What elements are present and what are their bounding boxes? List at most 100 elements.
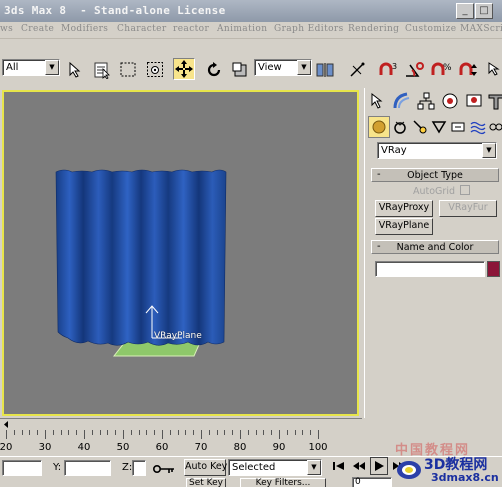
menu-reactor[interactable]: reactor — [173, 24, 209, 34]
name-color-title: Name and Color — [396, 242, 474, 253]
named-selection-button[interactable] — [484, 59, 502, 81]
reference-coord-dropdown[interactable]: View ▼ — [254, 59, 312, 76]
ruler-tick — [84, 430, 85, 439]
ruler-tick — [45, 430, 46, 439]
vrayplane-button[interactable]: VRayPlane — [375, 218, 433, 235]
utilities-tab-icon — [488, 94, 502, 110]
menu-rendering[interactable]: Rendering — [348, 24, 399, 34]
curtain-mesh — [55, 169, 227, 346]
window-crossing-icon — [147, 62, 163, 77]
go-to-start-button[interactable] — [330, 457, 348, 475]
current-frame-field[interactable]: 0 — [352, 477, 392, 487]
rect-selection-button[interactable] — [117, 59, 139, 81]
category-systems[interactable] — [485, 116, 502, 138]
snap-3d-button[interactable]: 3 — [378, 59, 400, 81]
category-shapes[interactable] — [389, 116, 411, 138]
time-slider[interactable] — [0, 418, 362, 430]
tab-utilities[interactable] — [485, 90, 502, 112]
select-and-link-button[interactable] — [346, 59, 368, 81]
y-coord-field[interactable] — [64, 460, 111, 476]
ruler-label: 20 — [0, 442, 13, 453]
ruler-tick — [201, 430, 202, 439]
ruler-tick — [123, 430, 124, 439]
menu-graph-editors[interactable]: Graph Editors — [274, 24, 344, 34]
vrayfur-button[interactable]: VRayFur — [439, 200, 497, 217]
tab-motion[interactable] — [439, 90, 461, 112]
minimize-button[interactable]: _ — [456, 3, 474, 19]
key-icon — [153, 465, 174, 473]
spacewarps-icon — [470, 121, 486, 135]
menu-animation[interactable]: Animation — [217, 24, 267, 34]
play-button[interactable] — [370, 457, 388, 475]
play-icon — [375, 461, 384, 471]
x-coord-field[interactable] — [2, 460, 42, 476]
category-geometry[interactable] — [368, 116, 390, 138]
app-window: 3ds Max 8 - Stand-alone License _ □ ws C… — [0, 0, 502, 487]
vrayproxy-button[interactable]: VRayProxy — [375, 200, 433, 217]
angle-snap-button[interactable] — [404, 59, 426, 81]
name-color-rollout-header[interactable]: - Name and Color — [371, 240, 499, 254]
tab-display[interactable] — [463, 90, 485, 112]
select-and-scale-button[interactable] — [229, 59, 251, 81]
menu-create[interactable]: Create — [21, 24, 54, 34]
perspective-viewport[interactable]: VRayPlane — [2, 90, 359, 416]
chevron-down-icon[interactable]: ▼ — [297, 60, 311, 75]
object-name-input[interactable] — [375, 261, 485, 277]
select-and-move-button[interactable] — [173, 58, 195, 80]
window-title: 3ds Max 8 - Stand-alone License — [4, 4, 226, 17]
ruler-tick — [263, 430, 265, 435]
category-dropdown[interactable]: VRay ▼ — [377, 142, 497, 159]
svg-text:3: 3 — [392, 62, 397, 71]
cursor-arrow-icon — [69, 62, 81, 78]
ruler-label: 30 — [38, 442, 52, 453]
ruler-tick — [255, 430, 257, 435]
object-label: VRayPlane — [154, 331, 202, 341]
tab-create[interactable] — [367, 90, 389, 112]
object-type-rollout-header[interactable]: - Object Type — [371, 168, 499, 182]
select-object-button[interactable] — [64, 59, 86, 81]
ruler-tick — [193, 430, 195, 435]
menu-customize[interactable]: Customize — [405, 24, 456, 34]
z-coord-field[interactable] — [132, 460, 146, 476]
key-filters-button[interactable]: Key Filters... — [240, 478, 326, 487]
ruler-tick — [302, 430, 304, 435]
previous-frame-button[interactable] — [350, 457, 368, 475]
create-tab-icon — [371, 92, 383, 109]
select-by-name-button[interactable] — [91, 59, 113, 81]
ruler-label: 50 — [116, 442, 130, 453]
tab-hierarchy[interactable] — [415, 90, 437, 112]
spinner-snap-button[interactable] — [459, 59, 481, 81]
ruler-tick — [286, 430, 288, 435]
menu-maxscript[interactable]: MAXScript — [460, 24, 502, 34]
chevron-down-icon[interactable]: ▼ — [45, 60, 59, 75]
autogrid-checkbox[interactable] — [460, 185, 470, 195]
pivot-center-button[interactable] — [314, 59, 336, 81]
select-and-rotate-button[interactable] — [203, 59, 225, 81]
ruler-tick — [52, 430, 54, 435]
set-key-button[interactable]: Set Key — [186, 478, 226, 487]
key-mode-dropdown[interactable]: Selected ▼ — [228, 459, 322, 476]
object-color-swatch[interactable] — [487, 261, 500, 277]
auto-key-button[interactable]: Auto Key — [184, 459, 227, 476]
ruler-tick — [99, 430, 101, 435]
status-bar: Y: Z: Auto Key Selected ▼ Set Key Key Fi… — [0, 443, 502, 487]
category-helpers[interactable] — [447, 116, 469, 138]
rotate-icon — [207, 62, 221, 77]
viewport-frame: VRayPlane — [0, 88, 362, 418]
window-crossing-button[interactable] — [144, 59, 166, 81]
menu-character[interactable]: Character — [117, 24, 167, 34]
percent-snap-icon: % — [431, 62, 452, 75]
chevron-down-icon[interactable]: ▼ — [307, 460, 321, 475]
percent-snap-button[interactable]: % — [431, 59, 453, 81]
menu-modifiers[interactable]: Modifiers — [61, 24, 108, 34]
maximize-button[interactable]: □ — [475, 3, 493, 19]
reference-coord-value: View — [258, 62, 282, 73]
selection-filter-dropdown[interactable]: All ▼ — [2, 59, 60, 76]
ruler-tick — [115, 430, 117, 435]
track-bar[interactable]: 20 30 40 50 60 70 80 90 100 — [0, 430, 362, 456]
go-to-start-icon — [333, 462, 344, 470]
menu-views[interactable]: ws — [0, 24, 13, 34]
tab-modify[interactable] — [391, 90, 413, 112]
pivot-center-icon — [316, 63, 334, 77]
chevron-down-icon[interactable]: ▼ — [482, 143, 496, 158]
